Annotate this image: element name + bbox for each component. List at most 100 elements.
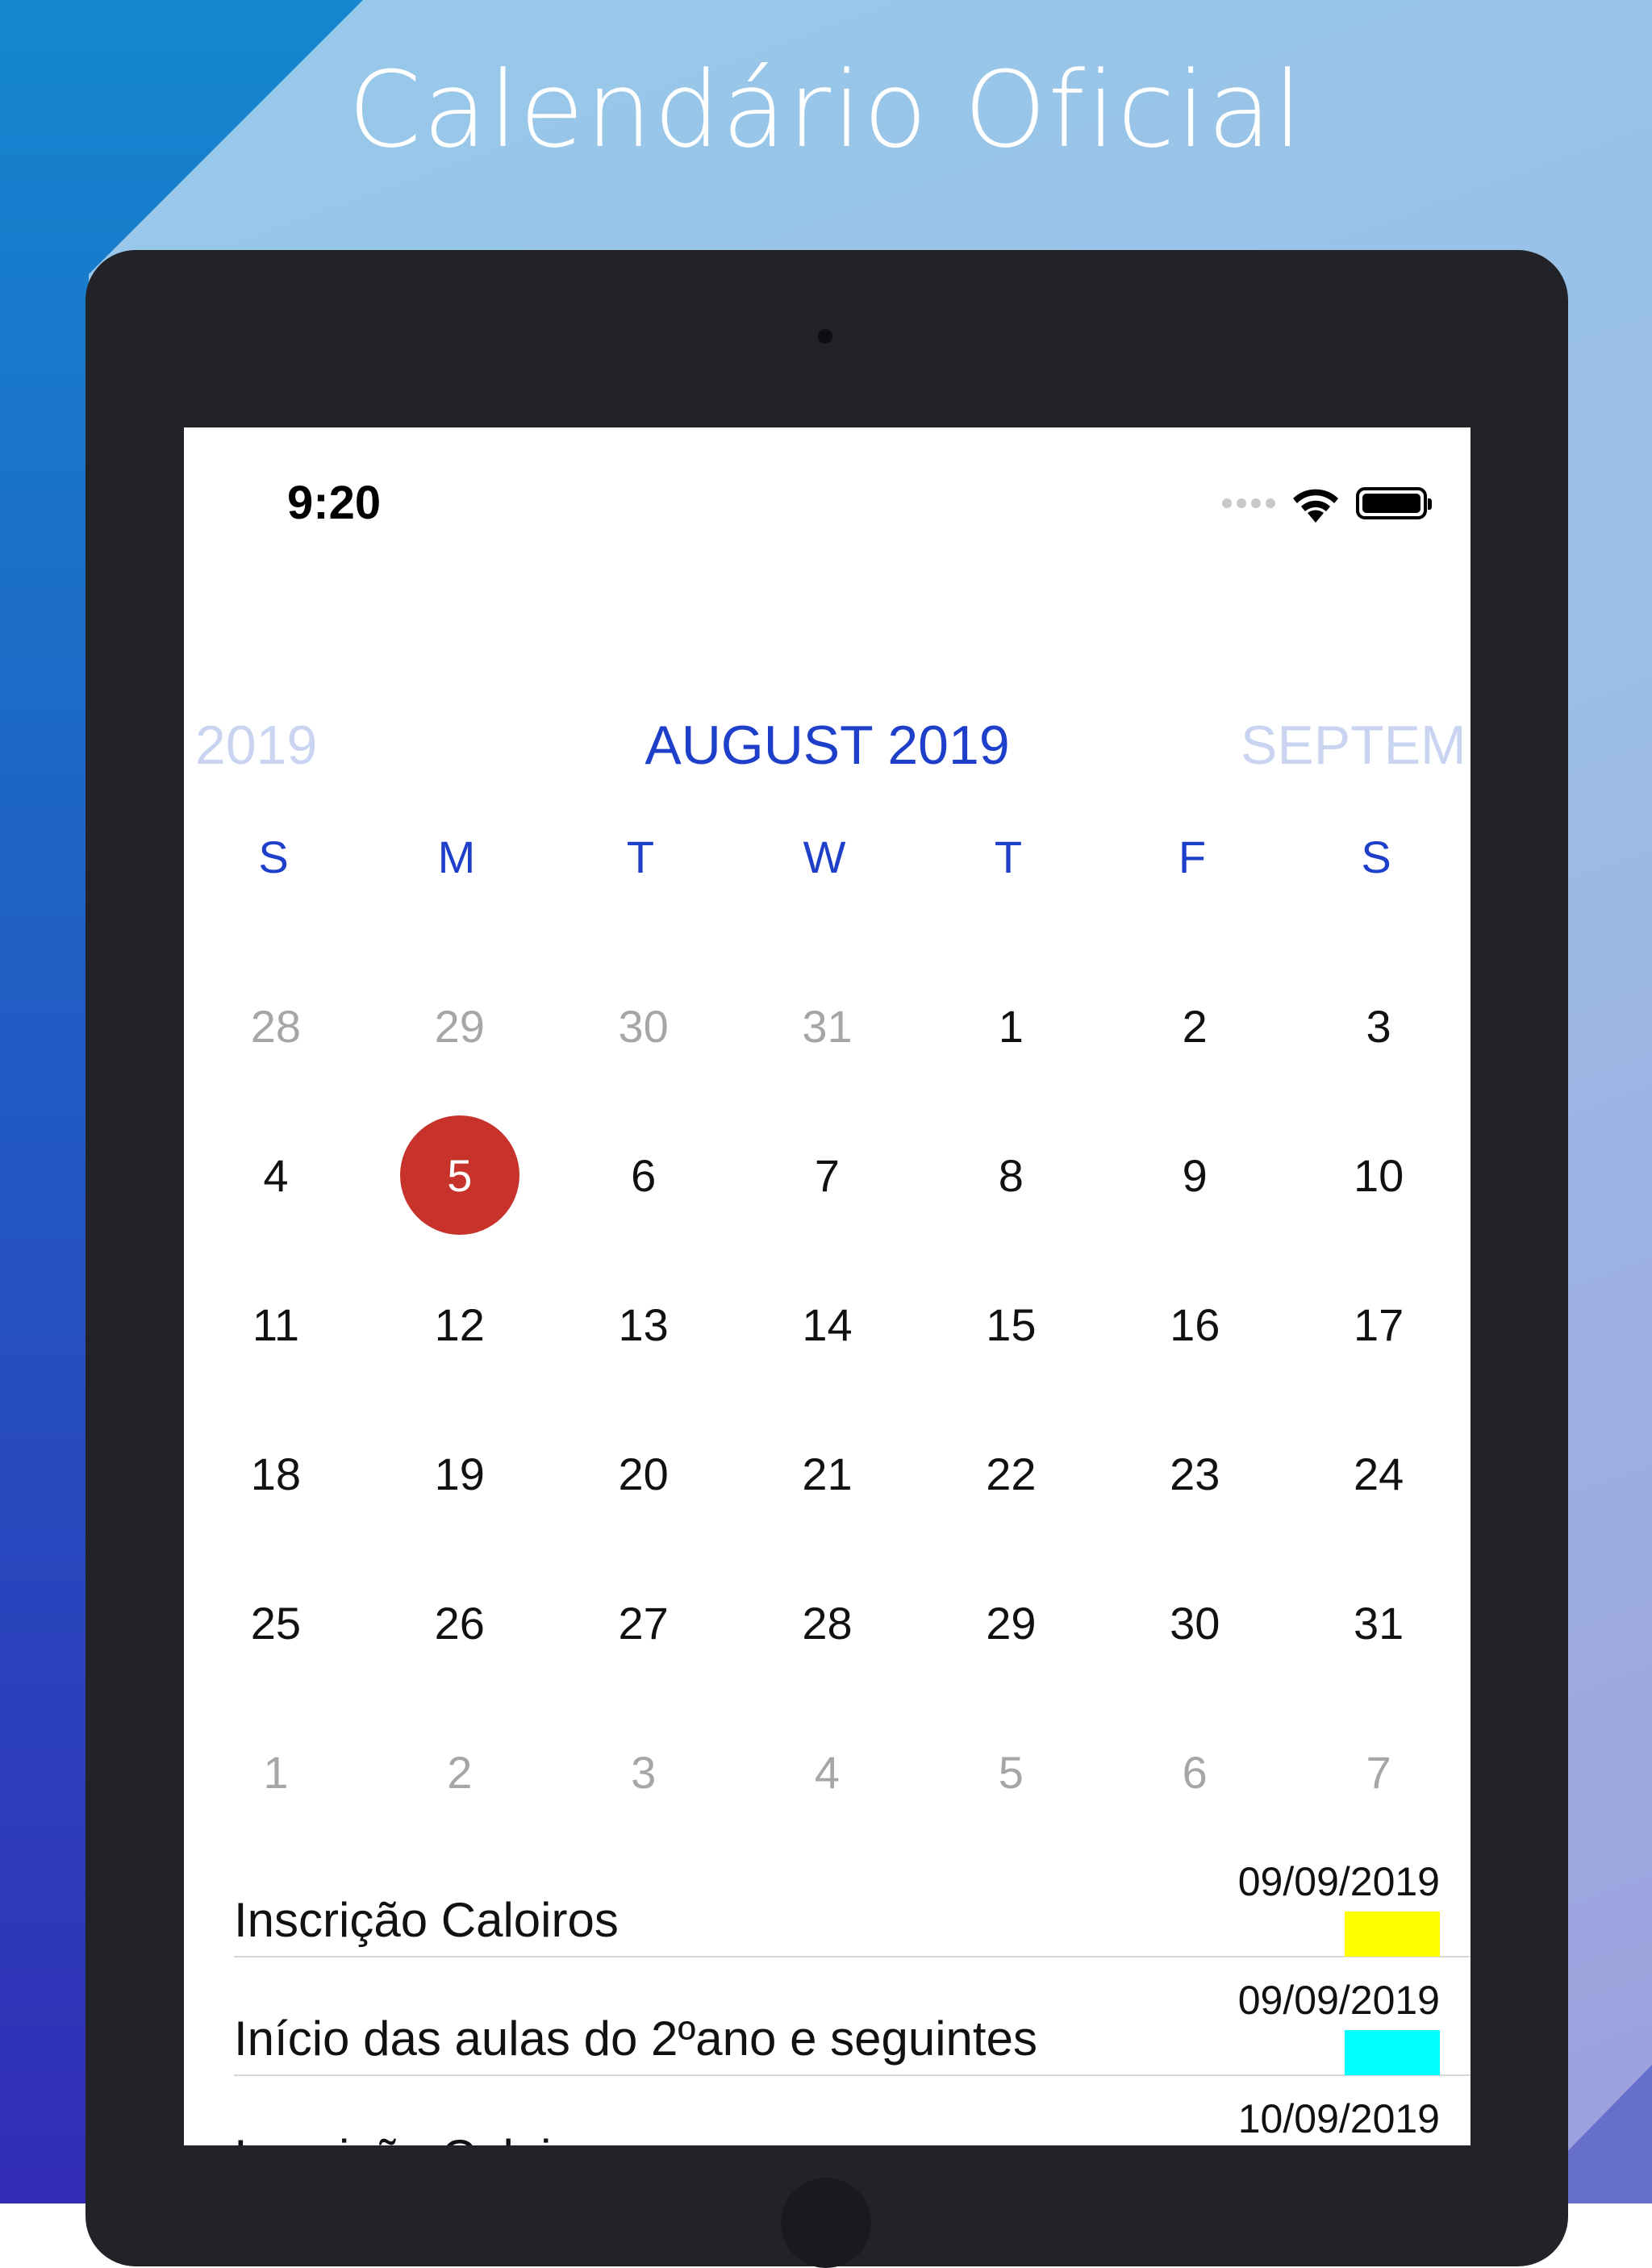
calendar-day[interactable]: 11: [184, 1250, 368, 1399]
status-indicators: [1222, 479, 1432, 527]
calendar-day-number: 13: [618, 1299, 669, 1350]
calendar-day[interactable]: 31: [736, 952, 920, 1101]
calendar-day[interactable]: 4: [184, 1101, 368, 1250]
weekday-header: SMTWTFS: [184, 831, 1471, 883]
calendar-week-row: 28 29 30 31 1 2 3: [184, 952, 1471, 1101]
calendar-day-number: 2: [447, 1747, 473, 1798]
calendar-day-number: 29: [434, 1001, 485, 1052]
calendar-day[interactable]: 20: [552, 1399, 736, 1549]
calendar-day-number: 18: [250, 1449, 302, 1499]
event-color-swatch: [1345, 2030, 1440, 2075]
weekday-label: W: [803, 832, 846, 882]
calendar-week-row: 25 26 27 28 29 30 31: [184, 1549, 1471, 1698]
calendar-day-number: 2: [1182, 1001, 1208, 1052]
calendar-day[interactable]: 16: [1103, 1250, 1287, 1399]
calendar-day[interactable]: 27: [552, 1549, 736, 1698]
calendar-day[interactable]: 24: [1287, 1399, 1471, 1549]
calendar-day[interactable]: 3: [1287, 952, 1471, 1101]
next-month-label[interactable]: SEPTEMB: [1241, 714, 1471, 777]
camera-icon: [818, 329, 832, 344]
calendar-day[interactable]: 28: [184, 952, 368, 1101]
calendar-day-number: 31: [802, 1001, 853, 1052]
event-date: 09/09/2019: [1237, 1978, 1440, 2023]
event-title: Inscrição Caloiros: [234, 1893, 619, 1947]
calendar-day-number: 3: [1366, 1001, 1391, 1052]
calendar-day-number: 31: [1353, 1598, 1404, 1649]
calendar-day[interactable]: 18: [184, 1399, 368, 1549]
calendar-day[interactable]: 30: [1103, 1549, 1287, 1698]
calendar-day[interactable]: 29: [368, 952, 552, 1101]
calendar-day-number: 6: [1182, 1747, 1208, 1798]
calendar-week-row: 4 5 6 7 8 9 10: [184, 1101, 1471, 1250]
calendar-day[interactable]: 12: [368, 1250, 552, 1399]
calendar-day-today[interactable]: 5: [368, 1101, 552, 1250]
calendar-day[interactable]: 23: [1103, 1399, 1287, 1549]
calendar-day-number: 1: [998, 1001, 1024, 1052]
calendar-day[interactable]: 28: [736, 1549, 920, 1698]
calendar-day[interactable]: 1: [919, 952, 1103, 1101]
weekday-label: S: [1361, 832, 1391, 882]
calendar-day[interactable]: 29: [919, 1549, 1103, 1698]
calendar-day-number: 3: [631, 1747, 657, 1798]
event-title: Inscrição Caloiros: [234, 2129, 619, 2145]
calendar-day-number: 30: [1170, 1598, 1220, 1649]
calendar-day[interactable]: 7: [736, 1101, 920, 1250]
calendar-day[interactable]: 13: [552, 1250, 736, 1399]
calendar-week-row: 11 12 13 14 15 16 17: [184, 1250, 1471, 1399]
calendar-day[interactable]: 5: [919, 1698, 1103, 1847]
calendar-day-number: 5: [447, 1150, 473, 1201]
event-row[interactable]: Inscrição Caloiros 09/09/2019: [234, 1839, 1471, 1957]
calendar-day-number: 11: [252, 1299, 299, 1350]
calendar-day[interactable]: 8: [919, 1101, 1103, 1250]
calendar-day[interactable]: 14: [736, 1250, 920, 1399]
calendar-day[interactable]: 30: [552, 952, 736, 1101]
calendar-day[interactable]: 7: [1287, 1698, 1471, 1847]
promo-headline: Calendário Oficial: [348, 48, 1304, 171]
calendar-day[interactable]: 3: [552, 1698, 736, 1847]
calendar-day[interactable]: 6: [552, 1101, 736, 1250]
calendar-week-row: 18 19 20 21 22 23 24: [184, 1399, 1471, 1549]
calendar-day-number: 30: [618, 1001, 669, 1052]
calendar-day[interactable]: 25: [184, 1549, 368, 1698]
calendar-day[interactable]: 1: [184, 1698, 368, 1847]
calendar-day[interactable]: 22: [919, 1399, 1103, 1549]
calendar-day-number: 12: [434, 1299, 485, 1350]
calendar-day[interactable]: 2: [1103, 952, 1287, 1101]
calendar-day-number: 19: [434, 1449, 485, 1499]
calendar-day[interactable]: 9: [1103, 1101, 1287, 1250]
event-date: 09/09/2019: [1237, 1859, 1440, 1904]
calendar-day-number: 23: [1170, 1449, 1220, 1499]
calendar-day[interactable]: 15: [919, 1250, 1103, 1399]
calendar-day-number: 28: [250, 1001, 302, 1052]
weekday-label: F: [1178, 832, 1207, 882]
event-list: Inscrição Caloiros 09/09/2019 Início das a…: [234, 1839, 1471, 2145]
weekday-label: T: [626, 832, 655, 882]
calendar-day-number: 25: [250, 1598, 302, 1649]
calendar-day-number: 9: [1182, 1150, 1208, 1201]
calendar-day[interactable]: 2: [368, 1698, 552, 1847]
calendar-day[interactable]: 10: [1287, 1101, 1471, 1250]
calendar-day[interactable]: 4: [736, 1698, 920, 1847]
event-row[interactable]: Início das aulas do 2ºano e seguintes 09/…: [234, 1957, 1471, 2076]
status-time: 9:20: [287, 477, 382, 529]
weekday-label: M: [437, 832, 476, 882]
home-button[interactable]: [781, 2178, 871, 2268]
calendar-day-number: 20: [618, 1449, 669, 1499]
weekday-label: T: [994, 832, 1023, 882]
calendar-day-number: 7: [814, 1150, 841, 1201]
calendar-day-number: 17: [1353, 1299, 1404, 1350]
calendar-day[interactable]: 26: [368, 1549, 552, 1698]
calendar-day-number: 28: [802, 1598, 853, 1649]
calendar-day[interactable]: 21: [736, 1399, 920, 1549]
wifi-icon: [1293, 489, 1338, 523]
calendar-day-number: 10: [1353, 1150, 1404, 1201]
event-date: 10/09/2019: [1237, 2096, 1440, 2141]
battery-icon: [1356, 487, 1432, 519]
calendar-day[interactable]: 19: [368, 1399, 552, 1549]
calendar-day-number: 1: [263, 1747, 289, 1798]
event-row[interactable]: Inscrição Caloiros 10/09/2019: [234, 2076, 1471, 2145]
calendar-day[interactable]: 31: [1287, 1549, 1471, 1698]
calendar-day-number: 27: [618, 1598, 669, 1649]
calendar-day[interactable]: 17: [1287, 1250, 1471, 1399]
calendar-day[interactable]: 6: [1103, 1698, 1287, 1847]
